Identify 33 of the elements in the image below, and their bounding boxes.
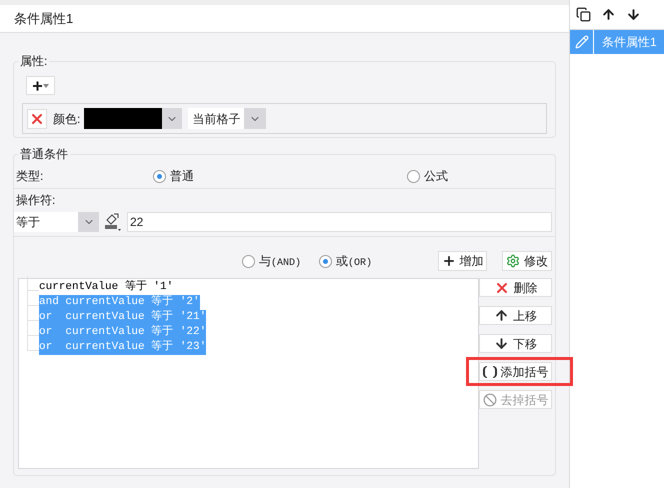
operator-label: 操作符:	[15, 192, 56, 209]
plus-icon: +	[32, 76, 43, 94]
brackets-icon	[482, 366, 496, 378]
copy-icon[interactable]	[576, 7, 591, 22]
type-label: 类型:	[15, 168, 44, 185]
no-brackets-icon	[482, 392, 496, 406]
window-title: 条件属性1	[14, 10, 74, 28]
arrow-down-icon	[494, 336, 509, 351]
color-picker[interactable]	[84, 108, 182, 129]
action-button[interactable]: 删除	[479, 278, 552, 297]
scope-dropdown[interactable]: 当前格子	[188, 108, 266, 129]
edit-icon	[574, 35, 588, 49]
radio-option[interactable]: 公式	[407, 167, 448, 185]
action-button[interactable]: 添加括号	[479, 362, 552, 381]
plus-icon	[442, 254, 456, 268]
color-label: 颜色:	[53, 110, 80, 128]
condition-row[interactable]: currentValue 等于 '1'	[39, 280, 174, 295]
action-button[interactable]: 上移	[479, 306, 552, 325]
section-legend: 属性:	[18, 52, 50, 70]
move-down-icon[interactable]	[626, 7, 641, 22]
caret-icon	[42, 84, 49, 88]
gear-icon	[506, 254, 520, 268]
section-legend: 普通条件	[18, 145, 70, 163]
add-dropdown-button[interactable]: +	[26, 76, 55, 95]
move-up-icon[interactable]	[601, 7, 616, 22]
radio-option[interactable]: 普通	[153, 167, 194, 185]
value-type-icon	[103, 212, 123, 232]
edit-button[interactable]: 修改	[502, 251, 552, 271]
value-field[interactable]: 22	[127, 212, 552, 232]
action-button[interactable]: 下移	[479, 334, 552, 353]
operator-dropdown[interactable]: 等于	[14, 212, 99, 232]
remove-rule-button[interactable]	[27, 108, 47, 128]
add-button[interactable]: 增加	[438, 251, 487, 271]
